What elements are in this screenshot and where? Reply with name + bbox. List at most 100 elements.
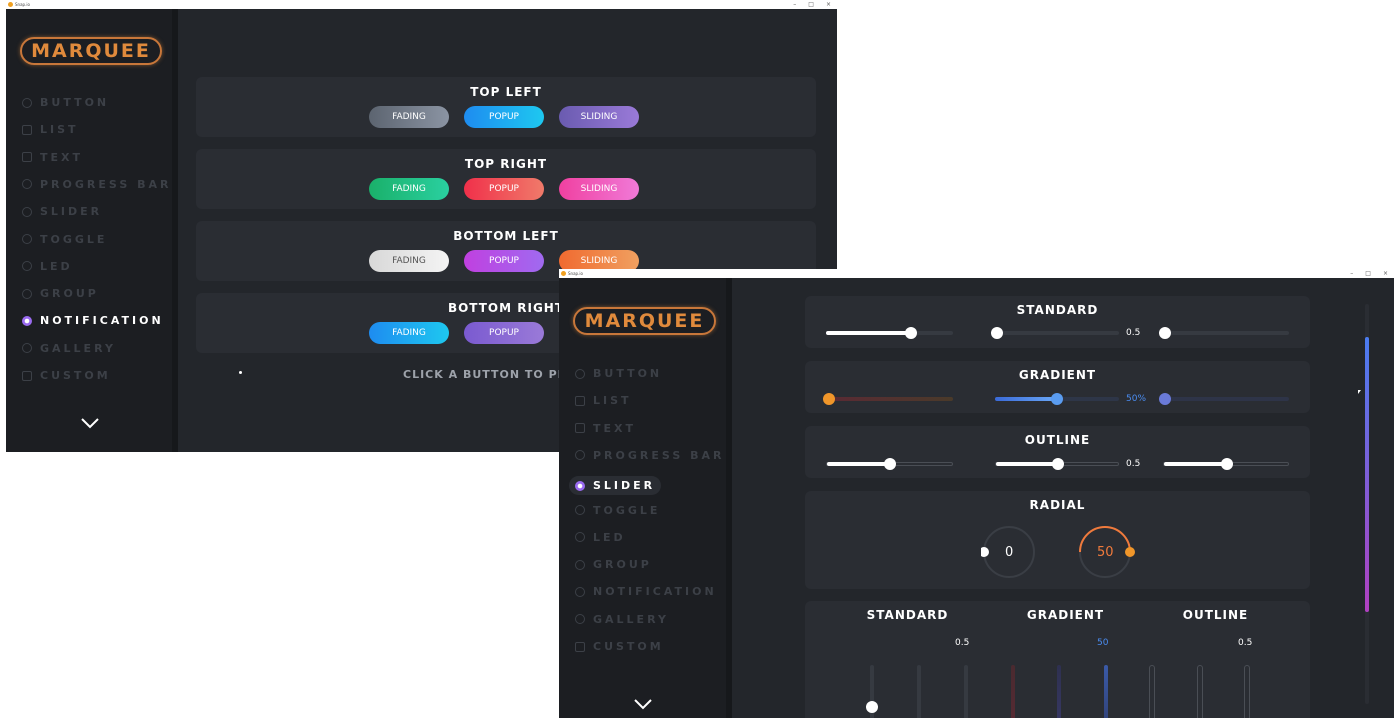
- vertical-standard-slider-2[interactable]: [917, 665, 921, 718]
- sidebar-item-group[interactable]: GROUP: [575, 558, 652, 571]
- slider-knob[interactable]: [991, 327, 1003, 339]
- sidebar-item-label: SLIDER: [40, 205, 103, 219]
- popup-button[interactable]: POPUP: [464, 178, 544, 200]
- vertical-gradient-slider-2[interactable]: [1057, 665, 1061, 718]
- sidebar-item-label: PROGRESS BAR: [40, 177, 172, 191]
- close-icon[interactable]: ×: [1383, 270, 1388, 277]
- toggle-icon: [22, 234, 32, 244]
- minimize-icon[interactable]: –: [1350, 270, 1353, 277]
- slider-knob[interactable]: [1159, 393, 1171, 405]
- vertical-outline-slider-2[interactable]: [1197, 665, 1203, 718]
- fading-button[interactable]: FADING: [369, 178, 449, 200]
- vertical-standard-slider-3[interactable]: [964, 665, 968, 718]
- fading-button[interactable]: FADING: [369, 106, 449, 128]
- vertical-gradient-slider-1[interactable]: [1011, 665, 1015, 718]
- slider-knob[interactable]: [1052, 458, 1064, 470]
- outline-slider-2[interactable]: [995, 458, 1119, 470]
- popup-button[interactable]: POPUP: [464, 106, 544, 128]
- sidebar-item-progress-bar[interactable]: PROGRESS BAR: [22, 178, 171, 191]
- sidebar-item-text[interactable]: TEXT: [575, 422, 636, 435]
- sidebar-item-button[interactable]: BUTTON: [575, 367, 662, 380]
- logo: MARQUEE: [20, 37, 162, 65]
- checkbox-icon: [575, 395, 585, 406]
- minimize-icon[interactable]: –: [793, 1, 796, 8]
- radial-left-value: 0: [1005, 545, 1014, 560]
- popup-button[interactable]: POPUP: [464, 322, 544, 344]
- radio-icon: [22, 97, 32, 108]
- sidebar-item-label: GROUP: [593, 558, 652, 572]
- vertical-outline-slider-3[interactable]: [1244, 665, 1250, 718]
- vertical-gradient-value: 50: [1097, 638, 1109, 648]
- sidebar-item-gallery[interactable]: GALLERY: [22, 342, 116, 355]
- sliding-button[interactable]: SLIDING: [559, 106, 639, 128]
- vertical-outline-slider-1[interactable]: [1149, 665, 1155, 718]
- slider-knob[interactable]: [905, 327, 917, 339]
- sidebar-item-list[interactable]: LIST: [22, 123, 79, 136]
- maximize-icon[interactable]: □: [808, 1, 814, 8]
- sliding-button[interactable]: SLIDING: [559, 178, 639, 200]
- vertical-gradient-slider-3[interactable]: [1104, 665, 1108, 718]
- gradient-slider-1[interactable]: [823, 393, 953, 405]
- slider-knob[interactable]: [1051, 393, 1063, 405]
- vertical-standard-title: STANDARD: [866, 608, 949, 622]
- standard-slider-1[interactable]: [826, 327, 953, 339]
- gradient-slider-card: GRADIENT 50%: [805, 361, 1310, 413]
- outline-slider-1[interactable]: [826, 458, 953, 470]
- sidebar-item-toggle[interactable]: TOGGLE: [22, 233, 107, 246]
- chevron-down-icon[interactable]: [633, 695, 653, 716]
- sidebar-item-custom[interactable]: CUSTOM: [575, 640, 664, 653]
- sidebar-item-label: LIST: [593, 394, 632, 408]
- sidebar-item-button[interactable]: BUTTON: [22, 96, 109, 109]
- slider-knob[interactable]: [1221, 458, 1233, 470]
- sidebar-item-led[interactable]: LED: [22, 260, 73, 273]
- fading-button[interactable]: FADING: [369, 250, 449, 272]
- slider-fill: [826, 331, 911, 335]
- sidebar-item-list[interactable]: LIST: [575, 394, 632, 407]
- sidebar-item-group[interactable]: GROUP: [22, 287, 99, 300]
- slider-fill: [995, 397, 1057, 401]
- sidebar-item-label: LIST: [40, 123, 79, 137]
- progress-icon: [22, 179, 32, 190]
- chevron-down-icon[interactable]: [80, 414, 100, 435]
- gradient-slider-3[interactable]: [1159, 393, 1289, 405]
- scrollbar-thumb[interactable]: [1365, 337, 1369, 612]
- maximize-icon[interactable]: □: [1365, 270, 1371, 277]
- fading-button[interactable]: FADING: [369, 322, 449, 344]
- outline-slider-3[interactable]: [1163, 458, 1289, 470]
- slider-knob[interactable]: [884, 458, 896, 470]
- slider-knob[interactable]: [1159, 327, 1171, 339]
- close-icon[interactable]: ×: [826, 1, 831, 8]
- slider-knob[interactable]: [866, 701, 878, 713]
- text-box-icon: [22, 152, 32, 163]
- sidebar-item-text[interactable]: TEXT: [22, 151, 83, 164]
- sidebar-item-custom[interactable]: CUSTOM: [22, 369, 111, 382]
- standard-slider-2[interactable]: [991, 327, 1119, 339]
- sidebar-item-notification[interactable]: NOTIFICATION: [575, 585, 717, 598]
- standard-title: STANDARD: [1016, 303, 1099, 317]
- vertical-outline-value: 0.5: [1238, 638, 1253, 648]
- sidebar-item-slider[interactable]: SLIDER: [569, 476, 662, 496]
- vertical-slider-card: STANDARD GRADIENT OUTLINE 0.5 50 0.5: [805, 601, 1310, 718]
- app-icon: [8, 2, 13, 7]
- led-icon: [22, 261, 32, 272]
- slider-knob[interactable]: [823, 393, 835, 405]
- progress-icon: [575, 450, 585, 461]
- radial-title: RADIAL: [1029, 498, 1086, 512]
- sidebar-item-led[interactable]: LED: [575, 531, 626, 544]
- slider-icon: [22, 206, 32, 217]
- title-bar: Snap.io – □ ×: [6, 0, 837, 9]
- sidebar-item-notification[interactable]: NOTIFICATION: [22, 314, 164, 327]
- standard-slider-3[interactable]: [1159, 327, 1289, 339]
- slider-fill: [1164, 462, 1227, 466]
- sidebar-edge: [726, 278, 732, 718]
- sidebar-item-label: LED: [40, 259, 73, 273]
- sidebar-item-gallery[interactable]: GALLERY: [575, 613, 669, 626]
- sidebar-item-progress-bar[interactable]: PROGRESS BAR: [575, 449, 724, 462]
- outline-slider-card: OUTLINE 0.5: [805, 426, 1310, 478]
- sidebar-item-slider[interactable]: SLIDER: [22, 205, 102, 218]
- sidebar-item-toggle[interactable]: TOGGLE: [575, 504, 660, 517]
- popup-button[interactable]: POPUP: [464, 250, 544, 272]
- sidebar-item-label: BUTTON: [593, 367, 663, 380]
- gradient-slider-2[interactable]: [995, 393, 1119, 405]
- title-bar: Snap.io – □ ×: [559, 269, 1394, 278]
